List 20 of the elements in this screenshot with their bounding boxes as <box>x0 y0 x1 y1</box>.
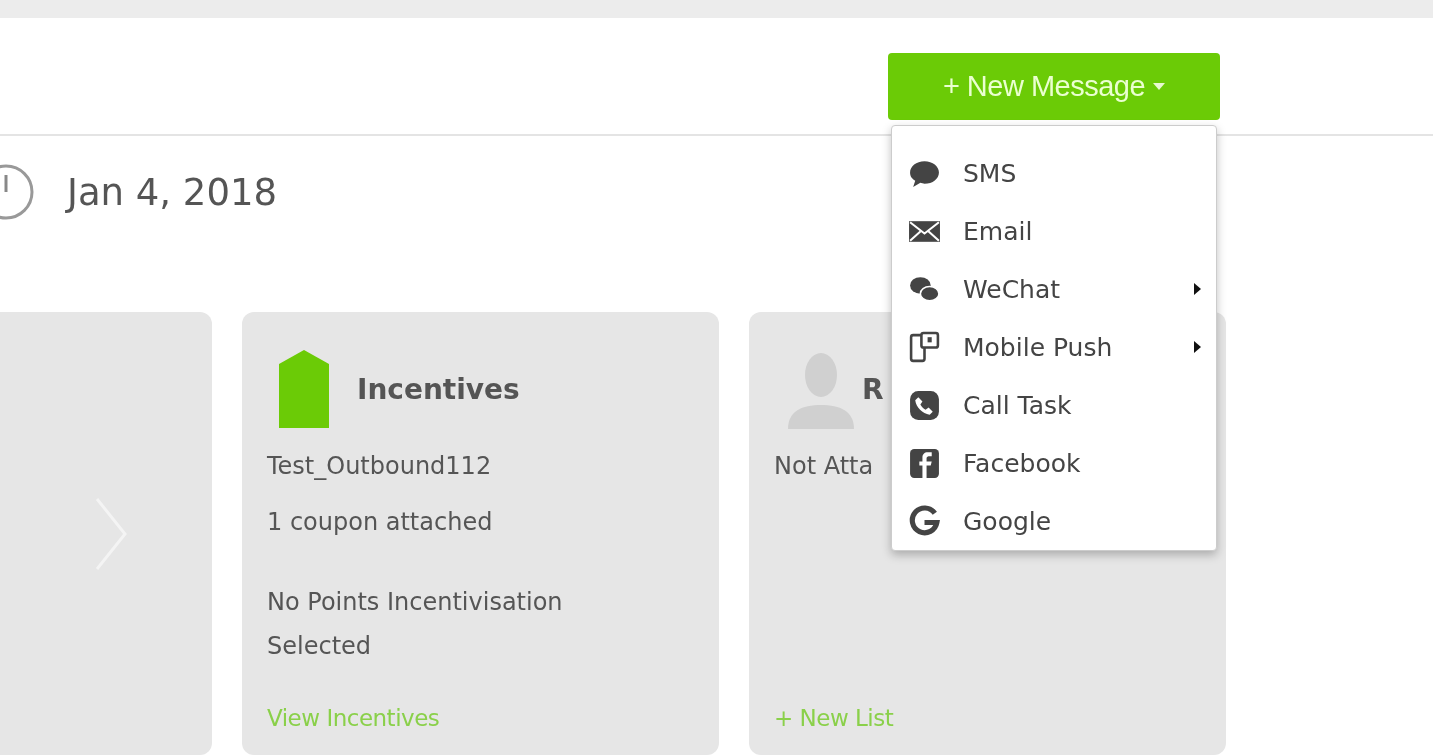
caret-icon <box>1153 83 1166 90</box>
phone-icon <box>908 388 941 422</box>
card-text: Not Atta <box>774 451 874 482</box>
menu-item[interactable]: Facebook <box>908 434 1216 492</box>
g-logo-icon <box>908 504 941 538</box>
menu-item[interactable]: Mobile Push <box>908 318 1216 376</box>
tag-icon <box>279 350 329 428</box>
card-text: Test_Outbound112 <box>267 451 492 482</box>
card-title: Incentives <box>357 372 520 406</box>
card-text: 1 coupon attached <box>267 507 493 538</box>
facebook-icon <box>908 446 941 480</box>
menu-item[interactable]: SMS <box>908 144 1216 202</box>
menu-item[interactable]: Email <box>908 202 1216 260</box>
phone-screen-icon <box>908 330 941 364</box>
card-text: No Points Incentivisation Selected <box>267 587 564 662</box>
menu-item[interactable]: Call Task <box>908 376 1216 434</box>
card-title: R <box>862 372 884 406</box>
menu-item[interactable]: WeChat <box>908 260 1216 318</box>
menu-item[interactable]: Google <box>908 492 1216 550</box>
date-label: Jan 4, 2018 <box>67 170 278 214</box>
